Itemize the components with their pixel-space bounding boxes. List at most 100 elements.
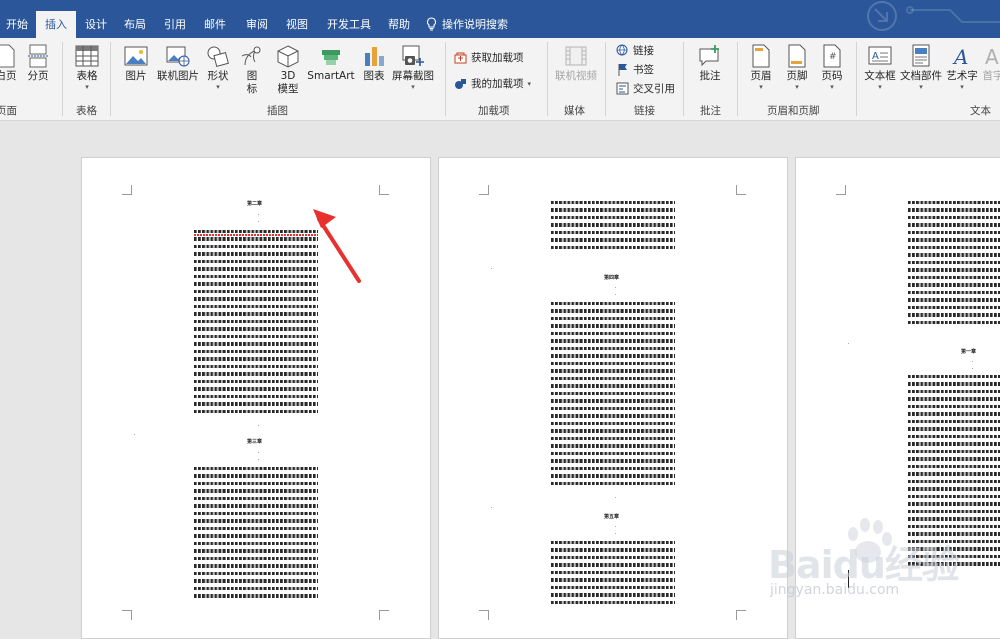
text-line xyxy=(551,578,675,582)
document-page-2[interactable]: 第四章 第五章 xyxy=(438,157,788,639)
margin-corner-mark xyxy=(122,610,132,620)
text-line xyxy=(551,309,675,313)
bookmark-button[interactable]: 书签 xyxy=(616,62,654,77)
lightbulb-icon xyxy=(426,17,437,31)
text-line xyxy=(551,399,675,403)
body-text-block[interactable] xyxy=(551,302,675,489)
chapter-heading[interactable]: 第四章 xyxy=(604,274,619,281)
chevron-down-icon: ▾ xyxy=(411,83,415,91)
quick-parts-button[interactable]: 文档部件 ▾ xyxy=(900,44,942,91)
header-label: 页眉 xyxy=(750,70,772,82)
body-text-block[interactable] xyxy=(908,201,1000,328)
table-label: 表格 xyxy=(76,70,98,82)
tell-me-search[interactable]: 操作说明搜索 xyxy=(426,11,526,38)
text-line xyxy=(908,419,1000,424)
icons-button[interactable]: 图 标 xyxy=(238,44,266,96)
smartart-button[interactable]: SmartArt xyxy=(305,44,357,83)
text-line xyxy=(908,230,1000,235)
tab-insert[interactable]: 插入 xyxy=(36,11,76,38)
3d-models-button[interactable]: 3D 模型 xyxy=(274,44,302,96)
ribbon-tab-bar: 开始 插入 设计 布局 引用 邮件 审阅 视图 开发工具 帮助 操作说明搜索 xyxy=(0,0,1000,38)
drop-cap-button[interactable]: A 首字 xyxy=(981,44,1000,83)
get-addins-label: 获取加载项 xyxy=(471,52,524,64)
pictures-button[interactable]: 图片 xyxy=(121,44,151,83)
cross-reference-button[interactable]: 交叉引用 xyxy=(616,81,675,96)
paragraph-mark xyxy=(972,361,973,362)
tab-home[interactable]: 开始 xyxy=(0,11,34,38)
pictures-label: 图片 xyxy=(125,70,147,82)
text-line xyxy=(194,526,318,531)
text-line xyxy=(551,391,675,396)
tab-mailings[interactable]: 邮件 xyxy=(198,11,232,38)
body-text-block[interactable] xyxy=(194,230,318,417)
chapter-heading[interactable]: 第五章 xyxy=(604,513,619,520)
paragraph-mark xyxy=(258,214,259,215)
group-separator xyxy=(683,42,684,116)
tab-review[interactable]: 审阅 xyxy=(238,11,276,38)
blank-page-button[interactable]: 白页 xyxy=(0,44,18,83)
group-label-pages: 页面 xyxy=(0,105,17,117)
text-line xyxy=(908,208,1000,212)
chevron-down-icon: ▾ xyxy=(759,83,763,91)
picture-icon xyxy=(124,46,148,66)
text-line xyxy=(908,313,1000,317)
text-line xyxy=(194,496,318,501)
screenshot-label: 屏幕截图 xyxy=(392,70,434,82)
group-separator xyxy=(547,42,548,116)
table-button[interactable]: 表格 ▾ xyxy=(72,44,102,91)
text-box-button[interactable]: A 文本框 ▾ xyxy=(863,44,897,91)
text-line xyxy=(551,316,675,321)
annotation-arrow-icon xyxy=(313,209,361,283)
page-number-button[interactable]: # 页码 ▾ xyxy=(817,44,847,91)
new-comment-button[interactable]: 批注 xyxy=(692,44,728,83)
body-text-block[interactable] xyxy=(551,541,675,608)
flag-icon xyxy=(618,64,627,76)
text-line xyxy=(551,593,675,597)
document-page-1[interactable]: 第二章 第三章 xyxy=(81,157,431,639)
tab-view[interactable]: 视图 xyxy=(280,11,314,38)
body-text-block[interactable] xyxy=(551,201,675,253)
page-break-button[interactable]: 分页 xyxy=(25,44,51,83)
my-addins-button[interactable]: 我的加载项 ▾ xyxy=(454,76,531,91)
paragraph-mark xyxy=(491,268,492,269)
body-text-block[interactable] xyxy=(194,467,318,602)
comment-label: 批注 xyxy=(699,70,721,82)
chart-button[interactable]: 图表 xyxy=(360,44,388,83)
text-line xyxy=(551,451,675,456)
link-button[interactable]: 链接 xyxy=(616,43,654,58)
drop-cap-icon: A xyxy=(985,45,999,68)
text-line xyxy=(551,339,675,343)
tab-layout[interactable]: 布局 xyxy=(118,11,152,38)
group-separator xyxy=(62,42,63,116)
text-line xyxy=(908,412,1000,416)
screenshot-button[interactable]: 屏幕截图 ▾ xyxy=(390,44,436,91)
text-line xyxy=(194,267,318,271)
online-video-button[interactable]: 联机视频 xyxy=(553,44,599,83)
chapter-heading[interactable]: 第二章 xyxy=(247,200,262,207)
chapter-heading[interactable]: 第一章 xyxy=(961,348,976,355)
wordart-button[interactable]: A 艺术字 ▾ xyxy=(945,44,979,91)
tab-developer[interactable]: 开发工具 xyxy=(320,11,378,38)
footer-button[interactable]: 页脚 ▾ xyxy=(782,44,812,91)
get-addins-button[interactable]: 获取加载项 xyxy=(454,50,524,65)
tab-help[interactable]: 帮助 xyxy=(382,11,416,38)
page-number-label: 页码 xyxy=(821,70,843,82)
tab-design[interactable]: 设计 xyxy=(80,11,112,38)
group-separator xyxy=(605,42,606,116)
text-line xyxy=(551,444,675,448)
decorative-circuit-icon xyxy=(867,1,1000,31)
chevron-down-icon: ▾ xyxy=(878,83,882,91)
paragraph-mark xyxy=(615,294,616,295)
online-pictures-button[interactable]: 联机图片 xyxy=(154,44,202,83)
header-button[interactable]: 页眉 ▾ xyxy=(746,44,776,91)
text-line xyxy=(194,579,318,583)
text-line xyxy=(908,245,1000,250)
text-line xyxy=(908,427,1000,431)
text-line xyxy=(551,361,675,366)
link-label: 链接 xyxy=(633,45,654,57)
margin-corner-mark xyxy=(122,185,132,195)
tab-references[interactable]: 引用 xyxy=(158,11,192,38)
chapter-heading[interactable]: 第三章 xyxy=(247,438,262,445)
shapes-button[interactable]: 形状 ▾ xyxy=(203,44,233,91)
table-icon xyxy=(75,45,99,67)
